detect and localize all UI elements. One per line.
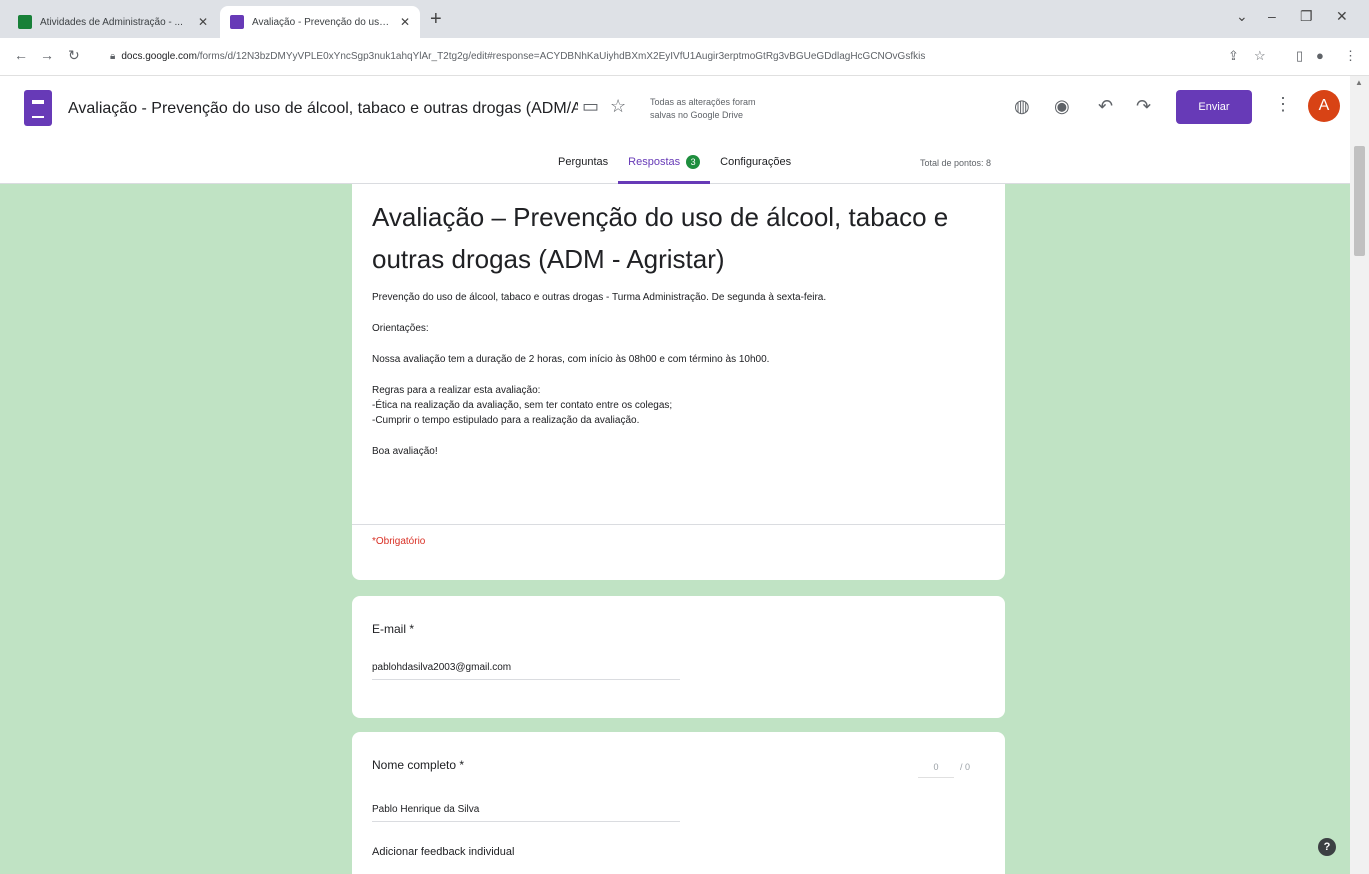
browser-tab-avaliacao[interactable]: Avaliação - Prevenção do uso de... ✕: [220, 6, 420, 38]
browser-tab-strip: Atividades de Administração - ... ✕ Aval…: [0, 0, 1369, 38]
save-status: Todas as alterações foram salvas no Goog…: [650, 96, 810, 122]
form-title: Avaliação – Prevenção do uso de álcool, …: [372, 202, 949, 274]
question-label: Nome completo *: [372, 758, 465, 772]
chevron-down-icon[interactable]: ⌄: [1236, 8, 1248, 25]
star-icon[interactable]: ☆: [1254, 48, 1266, 64]
question-card-email: E-mail * pablohdasilva2003@gmail.com: [352, 596, 1005, 718]
total-points: Total de pontos: 8: [920, 158, 992, 168]
description-rules-title: Regras para a realizar esta avaliação:: [372, 385, 541, 396]
tab-questions[interactable]: Perguntas: [548, 156, 618, 184]
score-input[interactable]: 0: [918, 756, 954, 778]
divider: [352, 524, 1005, 525]
close-window-button[interactable]: ✕: [1336, 8, 1348, 25]
plus-icon[interactable]: +: [430, 8, 442, 31]
extension-icon[interactable]: ●: [1316, 48, 1324, 63]
tab-responses[interactable]: Respostas 3: [618, 155, 711, 184]
close-tab-icon[interactable]: ✕: [198, 15, 208, 29]
redo-icon[interactable]: ↷: [1136, 96, 1151, 117]
share-icon[interactable]: ⇪: [1228, 48, 1239, 64]
description-rule: -Cumprir o tempo estipulado para a reali…: [372, 415, 640, 426]
reload-icon[interactable]: ↻: [68, 47, 80, 64]
folder-icon[interactable]: ▭: [582, 96, 599, 117]
form-title-card: Avaliação – Prevenção do uso de álcool, …: [352, 184, 1005, 580]
undo-icon[interactable]: ↶: [1098, 96, 1113, 117]
form-tabs: Perguntas Respostas 3 Configurações: [548, 155, 801, 184]
description-closing: Boa avaliação!: [372, 446, 438, 457]
send-button[interactable]: Enviar: [1176, 90, 1252, 124]
description-intro: Prevenção do uso de álcool, tabaco e out…: [372, 292, 827, 303]
answer-value: Pablo Henrique da Silva: [372, 804, 680, 822]
description-rule: -Ética na realização da avaliação, sem t…: [372, 400, 673, 411]
minimize-button[interactable]: –: [1268, 8, 1276, 24]
back-arrow-icon[interactable]: ←: [14, 47, 28, 63]
palette-icon[interactable]: ◍: [1014, 96, 1030, 117]
forward-arrow-icon[interactable]: →: [40, 47, 54, 63]
lock-icon: 🔒︎: [110, 50, 116, 62]
scrollbar-thumb[interactable]: [1354, 146, 1365, 256]
help-icon[interactable]: ?: [1318, 838, 1336, 856]
scroll-up-arrow-icon[interactable]: ▲: [1355, 78, 1363, 87]
question-card-name: Nome completo * 0 / 0 Pablo Henrique da …: [352, 732, 1005, 874]
add-feedback-link[interactable]: Adicionar feedback individual: [372, 846, 514, 858]
score-field: 0 / 0: [918, 756, 970, 778]
max-score: / 0: [960, 762, 971, 772]
form-description: Prevenção do uso de álcool, tabaco e out…: [372, 290, 982, 475]
browser-tab-atividades[interactable]: Atividades de Administração - ... ✕: [8, 6, 218, 38]
answer-value: pablohdasilva2003@gmail.com: [372, 662, 680, 680]
forms-favicon-icon: [230, 15, 244, 29]
more-options-icon[interactable]: ⋮: [1274, 94, 1292, 115]
url-host: docs.google.com: [121, 50, 197, 62]
save-status-line: Todas as alterações foram: [650, 97, 756, 107]
avatar[interactable]: A: [1308, 90, 1340, 122]
document-title[interactable]: Avaliação - Prevenção do uso de álcool, …: [68, 100, 578, 118]
description-orientations: Orientações:: [372, 323, 429, 334]
page-scrollbar[interactable]: ▲: [1350, 76, 1369, 874]
maximize-button[interactable]: ❐: [1300, 8, 1313, 25]
browser-tab-title: Atividades de Administração - ...: [40, 16, 183, 28]
sidepanel-icon[interactable]: ▯: [1296, 48, 1303, 64]
preview-eye-icon[interactable]: ◉: [1054, 96, 1070, 117]
sheets-favicon-icon: [18, 15, 32, 29]
tab-responses-label: Respostas: [628, 156, 681, 168]
form-content: Avaliação – Prevenção do uso de álcool, …: [0, 184, 1350, 874]
tab-settings[interactable]: Configurações: [710, 156, 801, 184]
forms-logo-icon[interactable]: [24, 90, 52, 126]
required-note: *Obrigatório: [372, 536, 426, 547]
save-status-line: salvas no Google Drive: [650, 110, 744, 120]
browser-toolbar: ← → ↻ 🔒︎ docs.google.com /forms/d/12N3bz…: [0, 38, 1369, 76]
browser-menu-icon[interactable]: ⋮: [1344, 48, 1357, 64]
question-label: E-mail *: [372, 622, 415, 636]
description-duration: Nossa avaliação tem a duração de 2 horas…: [372, 354, 770, 365]
star-icon[interactable]: ☆: [610, 96, 626, 117]
url-path: /forms/d/12N3bzDMYyVPLE0xYncSgp3nuk1ahqY…: [196, 50, 926, 62]
close-tab-icon[interactable]: ✕: [400, 15, 410, 29]
browser-tab-title: Avaliação - Prevenção do uso de...: [252, 16, 394, 28]
responses-count-badge: 3: [686, 155, 701, 169]
address-bar[interactable]: 🔒︎ docs.google.com /forms/d/12N3bzDMYyVP…: [100, 43, 1210, 69]
forms-header: Avaliação - Prevenção do uso de álcool, …: [0, 76, 1350, 184]
